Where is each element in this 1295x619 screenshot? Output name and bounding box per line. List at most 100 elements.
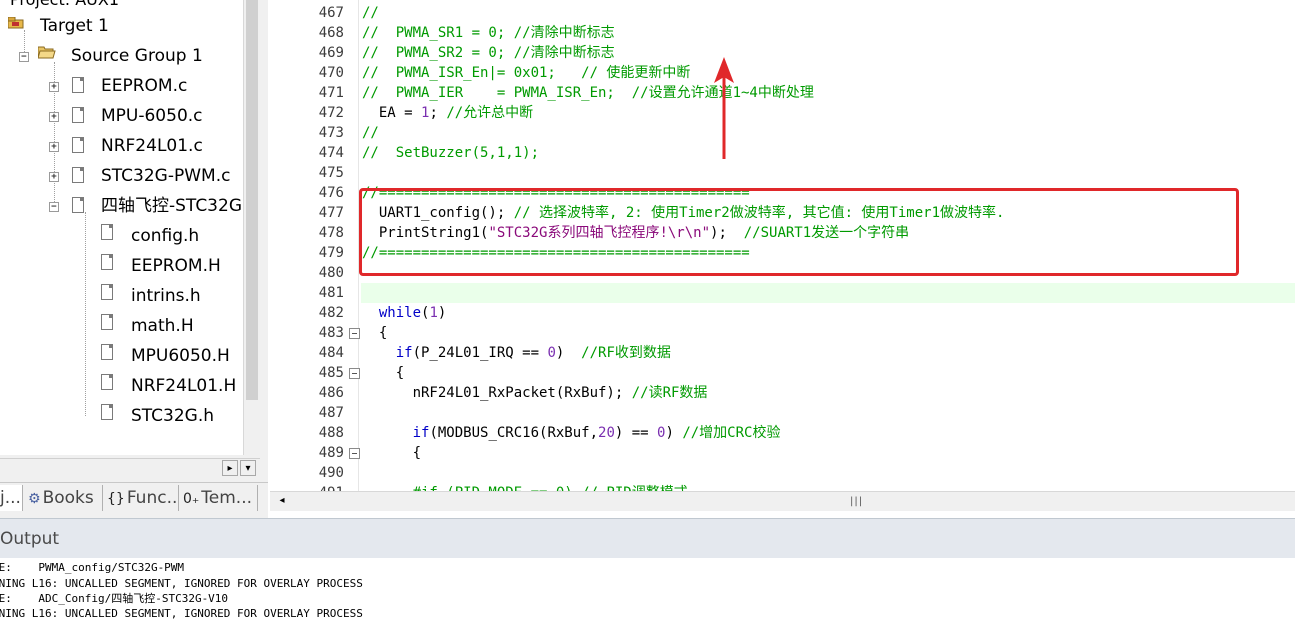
scroll-right-icon[interactable]: ▸ [222, 460, 238, 476]
expand-icon[interactable]: + [49, 172, 59, 182]
line-number: 477 [318, 205, 344, 221]
c-file-icon [72, 77, 84, 93]
line-number: 467 [318, 5, 344, 21]
h-file-icon [101, 224, 113, 240]
expand-icon[interactable]: + [49, 82, 59, 92]
tab-functions[interactable]: {} Func... [103, 485, 179, 511]
tree-header-nrf24l01[interactable]: NRF24L01.H [131, 372, 236, 400]
line-number: 481 [318, 285, 344, 301]
line-number: 488 [318, 425, 344, 441]
project-tabs: j... ⚙ Books {} Func... 0₊ Tem... [0, 482, 268, 513]
code-line-482: while(1) [362, 305, 447, 321]
line-number: 470 [318, 65, 344, 81]
c-file-icon [72, 167, 84, 183]
line-number: 482 [318, 305, 344, 321]
tree-file-main-c[interactable]: 四轴飞控-STC32G [101, 192, 242, 220]
c-file-icon [72, 107, 84, 123]
braces-icon: {} [107, 491, 125, 507]
code-line-486: nRF24L01_RxPacket(RxBuf); //读RF数据 [362, 385, 708, 401]
line-number: 469 [318, 45, 344, 61]
output-window[interactable]: ME: PWMA_config/STC32G-PWM RNING L16: UN… [0, 558, 1295, 619]
line-number: 486 [318, 385, 344, 401]
output-line: ME: PWMA_config/STC32G-PWM [0, 561, 185, 574]
line-number: 483 [318, 325, 344, 341]
expand-icon[interactable]: + [49, 142, 59, 152]
tree-header-stc32g[interactable]: STC32G.h [131, 402, 214, 430]
code-line-483: { [362, 325, 388, 341]
line-number: 480 [318, 265, 344, 281]
line-number: 476 [318, 185, 344, 201]
tree-file-mpu6050-c[interactable]: MPU-6050.c [101, 102, 203, 130]
tree-header-eeprom[interactable]: EEPROM.H [131, 252, 221, 280]
tab-project[interactable]: j... [0, 485, 23, 511]
code-line-485: { [362, 365, 405, 381]
code-line-484: if(P_24L01_IRQ == 0) //RF收到数据 [362, 345, 671, 361]
books-icon: ⚙ [28, 491, 41, 507]
code-line-473: // [362, 125, 379, 141]
fold-icon[interactable] [349, 368, 360, 379]
output-line: RNING L16: UNCALLED SEGMENT, IGNORED FOR… [0, 607, 363, 619]
code-line-474: // SetBuzzer(5,1,1); [362, 145, 540, 161]
code-line-471: // PWMA_IER = PWMA_ISR_En; //设置允许通道1~4中断… [362, 85, 814, 101]
editor-horizontal-scrollbar[interactable]: ◂ ||| [270, 491, 1295, 511]
code-line-468: // PWMA_SR1 = 0; //清除中断标志 [362, 25, 615, 41]
code-line-469: // PWMA_SR2 = 0; //清除中断标志 [362, 45, 615, 61]
tree-header-config[interactable]: config.h [131, 222, 199, 250]
h-file-icon [101, 254, 113, 270]
line-number: 484 [318, 345, 344, 361]
tree-header-intrins[interactable]: intrins.h [131, 282, 201, 310]
h-file-icon [101, 314, 113, 330]
h-file-icon [101, 374, 113, 390]
code-editor[interactable]: 467 468 469 470 471 472 473 474 475 476 … [270, 0, 1295, 501]
tree-target[interactable]: Target 1 [40, 12, 109, 40]
h-file-icon [101, 404, 113, 420]
project-tree: Project: AUX1 Target 1 − Source Group 1 … [0, 0, 244, 455]
output-header: Output [0, 518, 1295, 559]
project-panel: Project: AUX1 Target 1 − Source Group 1 … [0, 0, 268, 518]
c-file-icon [72, 197, 84, 213]
code-line-470: // PWMA_ISR_En|= 0x01; // 使能更新中断 [362, 65, 691, 81]
tree-file-stc32g-pwm-c[interactable]: STC32G-PWM.c [101, 162, 230, 190]
output-line: RNING L16: UNCALLED SEGMENT, IGNORED FOR… [0, 577, 363, 590]
tree-source-group[interactable]: Source Group 1 [71, 42, 203, 70]
tree-horizontal-scrollbar[interactable]: ▸ ▾ [0, 458, 260, 477]
code-line-467: // [362, 5, 379, 21]
scroll-down-icon[interactable]: ▾ [240, 460, 256, 476]
code-line-489: { [362, 445, 422, 461]
output-title: Output [0, 529, 60, 549]
tree-header-math[interactable]: math.H [131, 312, 194, 340]
line-number: 475 [318, 165, 344, 181]
red-arrow-icon [714, 57, 734, 159]
line-number: 489 [318, 445, 344, 461]
line-number: 485 [318, 365, 344, 381]
tab-books[interactable]: ⚙ Books [24, 485, 103, 511]
expand-icon[interactable]: + [49, 112, 59, 122]
tree-vertical-scrollbar[interactable] [243, 0, 261, 455]
code-line-488: if(MODBUS_CRC16(RxBuf,20) == 0) //增加CRC校… [362, 425, 781, 441]
line-number: 479 [318, 245, 344, 261]
target-icon [7, 14, 24, 29]
scroll-left-icon[interactable]: ◂ [274, 493, 290, 509]
collapse-icon[interactable]: − [49, 202, 59, 212]
tree-header-mpu6050[interactable]: MPU6050.H [131, 342, 230, 370]
h-file-icon [101, 344, 113, 360]
line-number: 473 [318, 125, 344, 141]
tree-file-nrf24l01-c[interactable]: NRF24L01.c [101, 132, 203, 160]
tree-file-eeprom-c[interactable]: EEPROM.c [101, 72, 187, 100]
line-number: 487 [318, 405, 344, 421]
line-number: 472 [318, 105, 344, 121]
fold-icon[interactable] [349, 328, 360, 339]
line-number: 490 [318, 465, 344, 481]
tab-templates[interactable]: 0₊ Tem... [179, 485, 258, 511]
folder-open-icon [37, 44, 56, 59]
line-number: 468 [318, 25, 344, 41]
template-icon: 0₊ [183, 491, 200, 507]
scroll-grip-icon[interactable]: ||| [850, 496, 863, 507]
collapse-icon[interactable]: − [19, 52, 29, 62]
line-number: 478 [318, 225, 344, 241]
fold-icon[interactable] [349, 448, 360, 459]
current-line-highlight [361, 283, 1295, 303]
output-line: ME: ADC_Config/四轴飞控-STC32G-V10 [0, 592, 229, 605]
code-line-472: EA = 1; //允许总中断 [362, 105, 534, 121]
highlight-box [359, 188, 1239, 276]
